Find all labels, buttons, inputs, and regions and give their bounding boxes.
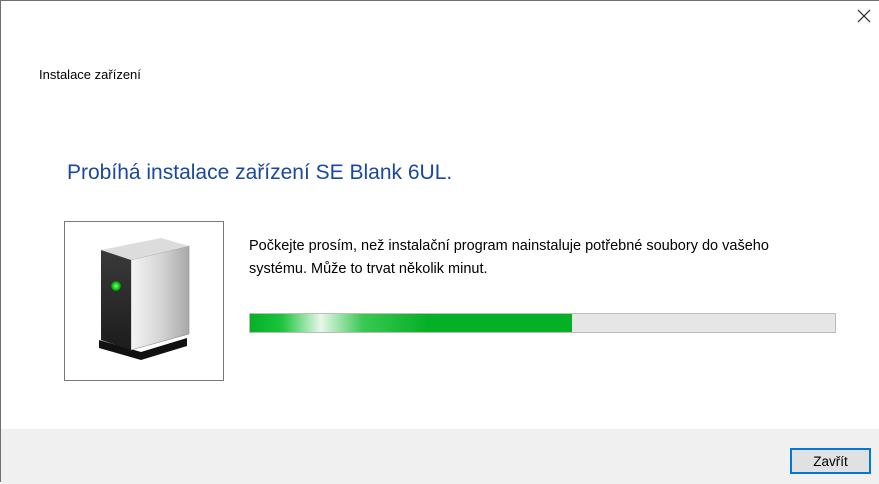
install-dialog: Instalace zařízení Probíhá instalace zař… xyxy=(0,0,879,484)
dialog-footer: Zavřít xyxy=(1,429,879,484)
install-message: Počkejte prosím, než instalační program … xyxy=(249,238,769,277)
device-image-frame xyxy=(64,221,224,381)
progress-fill xyxy=(250,314,572,332)
page-title: Probíhá instalace zařízení SE Blank 6UL. xyxy=(67,161,453,184)
dialog-title: Instalace zařízení xyxy=(39,67,141,82)
close-button[interactable]: Zavřít xyxy=(790,448,871,474)
close-icon xyxy=(857,9,871,23)
install-progress-bar xyxy=(249,313,836,333)
window-close-button[interactable] xyxy=(849,1,879,31)
device-drive-icon xyxy=(99,238,190,360)
